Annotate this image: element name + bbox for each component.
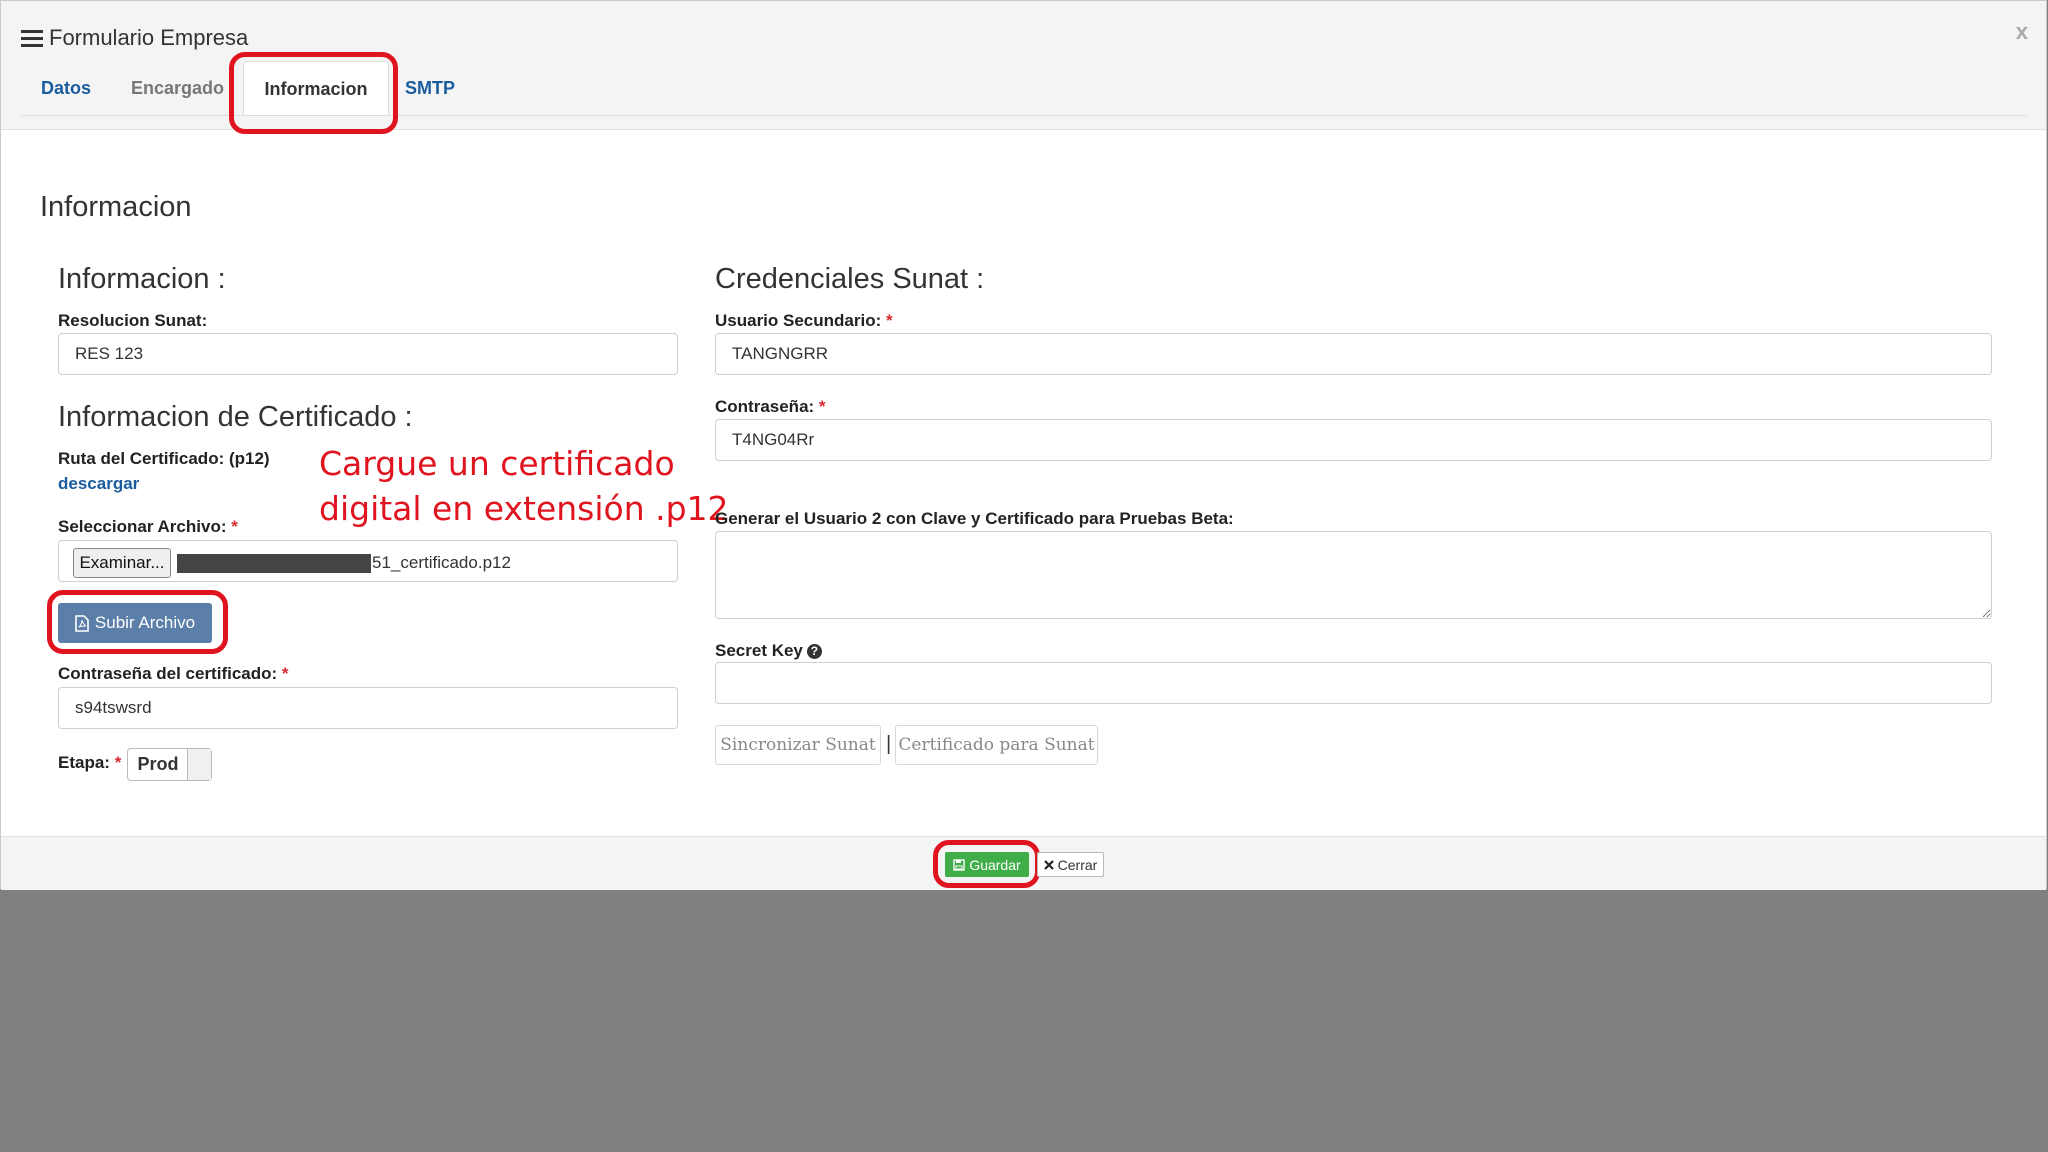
usuario-label: Usuario Secundario: *	[715, 311, 893, 331]
secret-key-label: Secret Key?	[715, 641, 822, 661]
cerrar-button[interactable]: Cerrar	[1037, 852, 1104, 877]
seleccionar-label-text: Seleccionar Archivo:	[58, 517, 227, 536]
menu-icon	[21, 29, 43, 47]
tab-datos[interactable]: Datos	[41, 61, 91, 115]
annotation-line-2: digital en extensión .p12	[319, 489, 729, 528]
certificado-sunat-button[interactable]: Certificado para Sunat	[895, 725, 1098, 765]
question-circle-icon[interactable]: ?	[806, 644, 822, 660]
company-form-modal: Formulario Empresa x Datos Encargado Inf…	[0, 0, 2047, 890]
etapa-toggle[interactable]: Prod	[127, 748, 212, 781]
resolucion-input[interactable]: RES 123	[58, 333, 678, 375]
modal-title: Formulario Empresa	[21, 25, 248, 51]
toggle-knob[interactable]	[187, 749, 211, 780]
password-input[interactable]: T4NG04Rr	[715, 419, 1992, 461]
tab-smtp[interactable]: SMTP	[405, 61, 455, 115]
sincronizar-sunat-button[interactable]: Sincronizar Sunat	[715, 725, 881, 765]
button-separator: |	[886, 733, 892, 755]
secret-key-input[interactable]	[715, 662, 1992, 704]
usuario-label-text: Usuario Secundario:	[715, 311, 882, 330]
annotation-text: Cargue un certificado digital en extensi…	[319, 441, 729, 531]
credenciales-heading: Credenciales Sunat :	[715, 263, 985, 295]
usuario-input[interactable]: TANGNGRR	[715, 333, 1992, 375]
times-icon	[1043, 859, 1054, 870]
redacted-filename	[177, 554, 371, 573]
annotation-line-1: Cargue un certificado	[319, 444, 675, 483]
required-mark: *	[818, 397, 826, 416]
cert-heading: Informacion de Certificado :	[58, 401, 413, 433]
etapa-toggle-label: Prod	[137, 754, 179, 774]
file-name: 51_certificado.p12	[372, 553, 511, 572]
cert-password-label: Contraseña del certificado: *	[58, 664, 289, 684]
cert-password-input[interactable]: s94tswsrd	[58, 687, 678, 729]
password-label: Contraseña: *	[715, 397, 826, 417]
modal-title-text: Formulario Empresa	[49, 25, 249, 50]
required-mark: *	[886, 311, 893, 330]
generar-textarea[interactable]	[715, 531, 1992, 619]
tab-encargado[interactable]: Encargado	[131, 61, 224, 115]
etapa-label: Etapa: *	[58, 753, 121, 773]
generar-label: Generar el Usuario 2 con Clave y Certifi…	[715, 509, 1234, 528]
resolucion-label: Resolucion Sunat:	[58, 311, 208, 330]
highlight-upload	[47, 590, 228, 654]
ruta-label: Ruta del Certificado: (p12)	[58, 449, 270, 468]
secret-key-label-text: Secret Key	[715, 641, 803, 660]
highlight-tab	[229, 52, 398, 134]
cerrar-label: Cerrar	[1057, 856, 1098, 873]
info-heading: Informacion :	[58, 263, 226, 295]
section-title: Informacion	[40, 191, 192, 223]
etapa-label-text: Etapa:	[58, 753, 110, 772]
required-mark: *	[231, 517, 238, 536]
cert-password-label-text: Contraseña del certificado:	[58, 664, 278, 683]
seleccionar-label: Seleccionar Archivo: *	[58, 517, 238, 537]
highlight-save	[933, 840, 1040, 888]
close-icon[interactable]: x	[2016, 19, 2028, 45]
examinar-button[interactable]: Examinar...	[73, 548, 171, 578]
password-label-text: Contraseña:	[715, 397, 815, 416]
required-mark: *	[114, 753, 122, 772]
required-mark: *	[281, 664, 289, 683]
descargar-link[interactable]: descargar	[58, 474, 139, 494]
